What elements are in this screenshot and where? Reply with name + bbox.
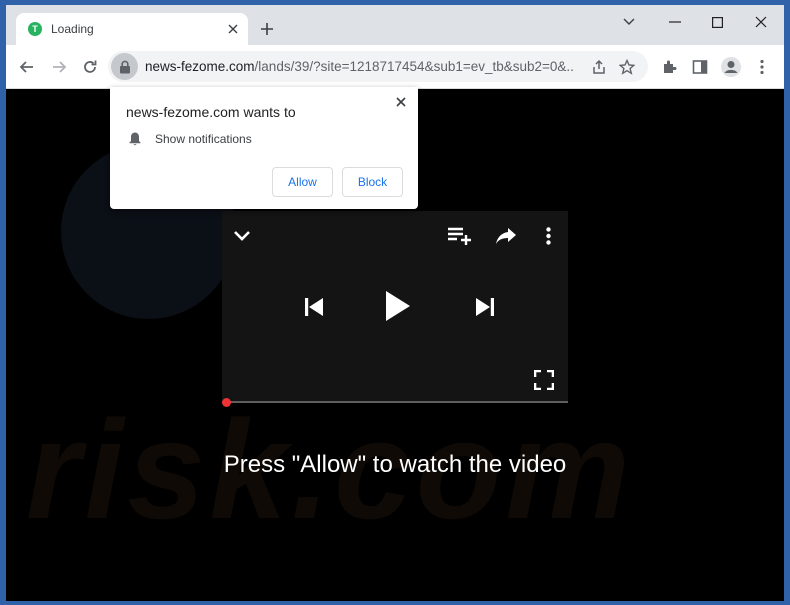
url-host: news-fezome.com: [145, 59, 255, 74]
lock-icon[interactable]: [111, 53, 138, 80]
previous-track-icon[interactable]: [303, 296, 325, 318]
extensions-puzzle-icon[interactable]: [657, 54, 683, 80]
address-bar[interactable]: news-fezome.com/lands/39/?site=121871745…: [108, 51, 648, 82]
forward-icon[interactable]: [46, 54, 72, 80]
side-panel-icon[interactable]: [687, 54, 713, 80]
browser-tab[interactable]: T Loading: [16, 13, 248, 45]
browser-toolbar: news-fezome.com/lands/39/?site=121871745…: [6, 45, 784, 89]
new-tab-icon[interactable]: [257, 19, 277, 39]
fullscreen-icon[interactable]: [533, 369, 555, 391]
browser-window: T Loading news-fezome.com/lands/39/?site…: [6, 5, 784, 601]
site-favicon-icon: T: [28, 22, 42, 36]
url-text[interactable]: news-fezome.com/lands/39/?site=121871745…: [145, 59, 575, 74]
play-icon[interactable]: [385, 289, 411, 323]
tab-strip: T Loading: [6, 5, 784, 45]
share-icon[interactable]: [588, 56, 610, 78]
bell-icon: [128, 132, 142, 146]
tab-search-chevron-icon[interactable]: [615, 11, 643, 33]
permission-label: Show notifications: [155, 132, 252, 146]
close-window-icon[interactable]: [747, 11, 775, 33]
block-button[interactable]: Block: [342, 167, 403, 197]
popup-close-icon[interactable]: [392, 93, 410, 111]
next-track-icon[interactable]: [474, 296, 496, 318]
page-caption: Press "Allow" to watch the video: [223, 451, 567, 478]
back-icon[interactable]: [14, 54, 40, 80]
tab-title: Loading: [51, 22, 94, 36]
profile-avatar-icon[interactable]: [718, 54, 744, 80]
collapse-chevron-icon[interactable]: [232, 225, 252, 245]
popup-title: news-fezome.com wants to: [126, 104, 296, 120]
progress-bar[interactable]: [227, 401, 568, 403]
bookmark-star-icon[interactable]: [616, 56, 638, 78]
notification-permission-popup: news-fezome.com wants to Show notificati…: [110, 87, 418, 209]
favicon-letter: T: [32, 24, 38, 34]
video-player[interactable]: [222, 211, 568, 403]
url-path: /lands/39/?site=1218717454&sub1=ev_tb&su…: [254, 59, 575, 74]
menu-kebab-icon[interactable]: [749, 54, 775, 80]
tab-close-icon[interactable]: [224, 20, 242, 38]
share-arrow-icon[interactable]: [494, 225, 518, 247]
minimize-icon[interactable]: [661, 11, 689, 33]
more-options-icon[interactable]: [542, 224, 554, 248]
reload-icon[interactable]: [77, 54, 103, 80]
progress-scrubber[interactable]: [222, 398, 231, 407]
maximize-icon[interactable]: [703, 11, 731, 33]
add-to-queue-icon[interactable]: [447, 225, 473, 247]
allow-button[interactable]: Allow: [272, 167, 333, 197]
